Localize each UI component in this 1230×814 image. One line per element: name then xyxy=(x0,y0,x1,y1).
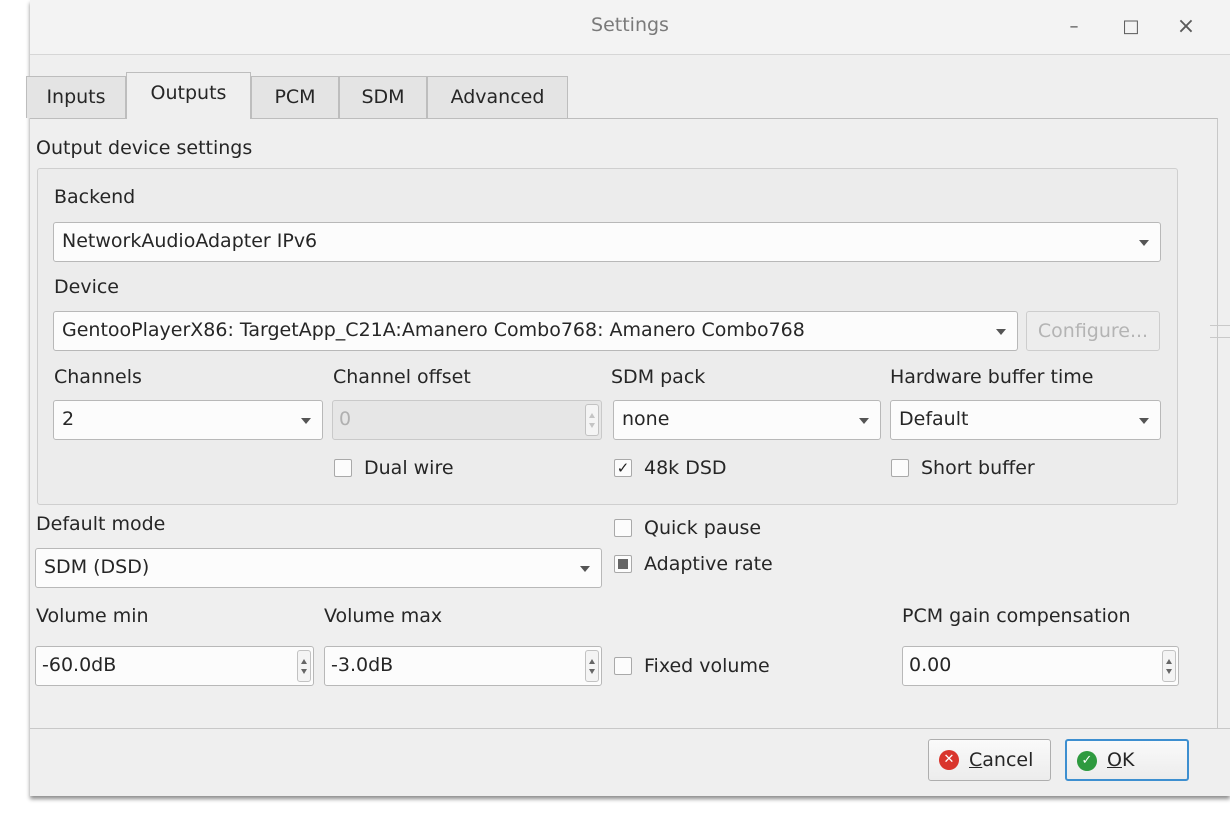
settings-dialog: Settings – □ × Inputs Outputs PCM SDM Ad… xyxy=(26,0,1230,796)
ok-label: K xyxy=(1121,749,1135,771)
volume-min-spinbox[interactable]: -60.0dB xyxy=(35,646,314,686)
channels-select[interactable]: 2 xyxy=(53,400,323,440)
spin-down-icon xyxy=(589,669,595,674)
device-select[interactable]: GentooPlayerX86: TargetApp_C21A:Amanero … xyxy=(53,311,1018,351)
channels-label: Channels xyxy=(54,366,142,388)
device-label: Device xyxy=(54,276,119,298)
chevron-down-icon xyxy=(996,329,1006,335)
ok-button[interactable]: ✓ OK xyxy=(1065,739,1189,781)
dsd-48k-label: 48k DSD xyxy=(644,457,727,479)
hw-buffer-time-select[interactable]: Default xyxy=(890,400,1161,440)
backend-label: Backend xyxy=(54,186,136,208)
cancel-icon: ✕ xyxy=(939,750,959,770)
chevron-down-icon xyxy=(1139,418,1149,424)
ok-icon: ✓ xyxy=(1077,751,1097,771)
spin-buttons[interactable] xyxy=(1162,650,1176,682)
chevron-down-icon xyxy=(580,566,590,572)
adaptive-rate-label: Adaptive rate xyxy=(644,553,773,575)
chevron-down-icon xyxy=(301,418,311,424)
background-window-edge xyxy=(1210,325,1230,326)
sdm-pack-label: SDM pack xyxy=(611,366,706,388)
dsd-48k-checkbox[interactable]: ✓ 48k DSD xyxy=(614,457,727,481)
quick-pause-label: Quick pause xyxy=(644,517,762,539)
pcm-gain-label: PCM gain compensation xyxy=(902,605,1131,627)
volume-max-label: Volume max xyxy=(324,605,443,627)
channels-value: 2 xyxy=(62,408,75,430)
volume-max-spinbox[interactable]: -3.0dB xyxy=(324,646,602,686)
checkbox-icon xyxy=(891,459,909,477)
cancel-mnemonic: C xyxy=(969,749,983,771)
maximize-icon[interactable]: □ xyxy=(1113,12,1149,42)
tab-inputs-label: Inputs xyxy=(46,86,106,108)
hw-buffer-time-label: Hardware buffer time xyxy=(890,366,1094,388)
spin-down-icon xyxy=(589,423,595,428)
channel-offset-spinbox[interactable]: 0 xyxy=(332,400,602,440)
sdm-pack-value: none xyxy=(622,408,670,430)
volume-min-label: Volume min xyxy=(36,605,149,627)
background-window-edge xyxy=(1210,337,1230,338)
footer-divider xyxy=(30,728,1230,729)
default-mode-select[interactable]: SDM (DSD) xyxy=(35,548,602,588)
chevron-down-icon xyxy=(859,418,869,424)
checkbox-icon xyxy=(334,459,352,477)
tab-pcm[interactable]: PCM xyxy=(251,76,339,118)
fixed-volume-label: Fixed volume xyxy=(644,655,770,677)
dual-wire-checkbox[interactable]: Dual wire xyxy=(334,457,454,481)
chevron-down-icon xyxy=(1139,240,1149,246)
backend-select[interactable]: NetworkAudioAdapter IPv6 xyxy=(53,222,1161,262)
volume-min-value: -60.0dB xyxy=(42,654,117,676)
adaptive-rate-checkbox[interactable]: Adaptive rate xyxy=(614,553,773,577)
hw-buffer-time-value: Default xyxy=(899,408,969,430)
short-buffer-checkbox[interactable]: Short buffer xyxy=(891,457,1035,481)
partial-check-icon xyxy=(614,555,632,573)
minimize-icon[interactable]: – xyxy=(1056,12,1092,42)
default-mode-value: SDM (DSD) xyxy=(44,556,150,578)
short-buffer-label: Short buffer xyxy=(921,457,1035,479)
channel-offset-label: Channel offset xyxy=(333,366,471,388)
pcm-gain-value: 0.00 xyxy=(909,654,952,676)
ok-mnemonic: O xyxy=(1107,749,1122,771)
title-bar[interactable]: Settings – □ × xyxy=(30,0,1230,55)
spin-down-icon xyxy=(301,669,307,674)
spin-buttons[interactable] xyxy=(585,404,599,436)
dual-wire-label: Dual wire xyxy=(364,457,454,479)
spin-down-icon xyxy=(1166,669,1172,674)
spin-up-icon xyxy=(301,659,307,664)
spin-buttons[interactable] xyxy=(297,650,311,682)
tab-advanced[interactable]: Advanced xyxy=(427,76,568,118)
volume-max-value: -3.0dB xyxy=(331,654,394,676)
cancel-label: ancel xyxy=(982,749,1034,771)
tab-outputs-label: Outputs xyxy=(150,82,227,104)
spin-up-icon xyxy=(589,659,595,664)
tab-pcm-label: PCM xyxy=(274,86,316,108)
tab-advanced-label: Advanced xyxy=(450,86,545,108)
pcm-gain-spinbox[interactable]: 0.00 xyxy=(902,646,1179,686)
backend-value: NetworkAudioAdapter IPv6 xyxy=(62,230,318,252)
cancel-button[interactable]: ✕ Cancel xyxy=(928,739,1051,781)
checkbox-icon xyxy=(614,657,632,675)
configure-button[interactable]: Configure... xyxy=(1026,311,1160,351)
default-mode-label: Default mode xyxy=(36,513,166,535)
sdm-pack-select[interactable]: none xyxy=(613,400,881,440)
device-value: GentooPlayerX86: TargetApp_C21A:Amanero … xyxy=(62,319,805,341)
tab-inputs[interactable]: Inputs xyxy=(26,76,126,118)
tab-sdm[interactable]: SDM xyxy=(339,76,427,118)
quick-pause-checkbox[interactable]: Quick pause xyxy=(614,517,761,541)
channel-offset-value: 0 xyxy=(339,408,352,430)
spin-up-icon xyxy=(589,413,595,418)
checkbox-icon xyxy=(614,519,632,537)
tab-sdm-label: SDM xyxy=(361,86,405,108)
close-icon[interactable]: × xyxy=(1168,12,1204,42)
section-title: Output device settings xyxy=(36,137,253,159)
spin-buttons[interactable] xyxy=(585,650,599,682)
window-title: Settings xyxy=(591,14,669,36)
fixed-volume-checkbox[interactable]: Fixed volume xyxy=(614,655,770,679)
check-icon: ✓ xyxy=(614,459,632,477)
spin-up-icon xyxy=(1166,659,1172,664)
tab-outputs[interactable]: Outputs xyxy=(126,72,251,119)
